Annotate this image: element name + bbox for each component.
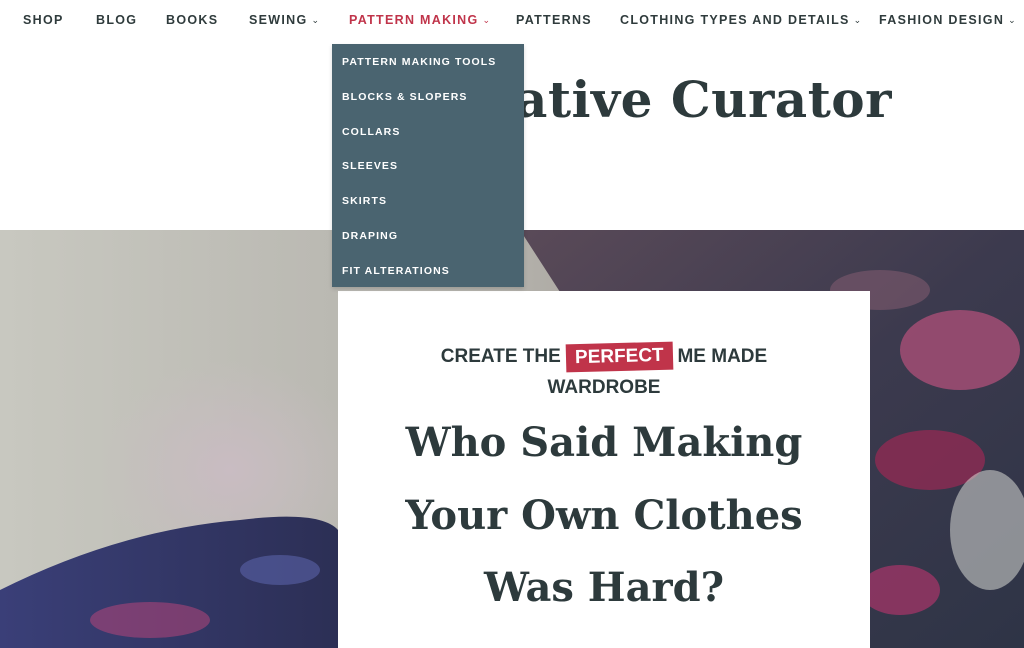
nav-item-clothing-types[interactable]: CLOTHING TYPES AND DETAILS ⌄ [620,13,862,29]
nav-label: SHOP [23,13,64,27]
nav-label: BOOKS [166,13,219,27]
chevron-down-icon: ⌄ [853,15,863,25]
dropdown-item-blocks-slopers[interactable]: BLOCKS & SLOPERS [342,91,468,105]
dropdown-item-collars[interactable]: COLLARS [342,126,400,140]
hero-headline-line1: Who Said Making [405,419,803,466]
dropdown-item-draping[interactable]: DRAPING [342,230,398,244]
hero-kicker: CREATE THE PERFECT ME MADE [338,341,870,373]
nav-item-shop[interactable]: SHOP [23,13,64,29]
chevron-down-icon: ⌄ [1008,15,1018,25]
hero-headline-line3: Was Hard? [484,564,724,611]
kicker-line2: WARDROBE [547,377,661,398]
nav-item-sewing[interactable]: SEWING ⌄ [249,13,320,29]
nav-item-patterns[interactable]: PATTERNS [516,13,592,29]
dropdown-item-sleeves[interactable]: SLEEVES [342,160,398,174]
nav-item-blog[interactable]: BLOG [96,13,137,29]
dropdown-item-fit-alterations[interactable]: FIT ALTERATIONS [342,265,450,279]
kicker-post: ME MADE [677,346,768,367]
chevron-down-icon: ⌄ [482,15,492,25]
nav-item-books[interactable]: BOOKS [166,13,218,29]
nav-label: CLOTHING TYPES AND DETAILS [620,13,850,27]
chevron-down-icon: ⌄ [311,15,321,25]
perfect-badge: PERFECT [565,341,673,373]
pattern-making-dropdown: PATTERN MAKING TOOLS BLOCKS & SLOPERS CO… [332,44,524,287]
hero-card: CREATE THE PERFECT ME MADE WARDROBE Who Sa… [338,291,870,648]
dropdown-item-pattern-making-tools[interactable]: PATTERN MAKING TOOLS [342,56,496,70]
nav-item-fashion-design[interactable]: FASHION DESIGN ⌄ [879,13,1017,29]
nav-label: BLOG [96,13,138,27]
kicker-pre: CREATE THE [440,346,561,367]
dropdown-item-skirts[interactable]: SKIRTS [342,195,387,209]
nav-item-pattern-making[interactable]: PATTERN MAKING ⌄ [349,13,491,29]
nav-label: PATTERNS [516,13,592,27]
nav-label: FASHION DESIGN [879,13,1005,27]
nav-label: PATTERN MAKING [349,13,479,27]
nav-label: SEWING [249,13,308,27]
main-navigation: SHOP BLOG BOOKS SEWING ⌄ PATTERN MAKING ⌄ … [0,0,1024,42]
hero-headline-line2: Your Own Clothes [405,492,803,539]
